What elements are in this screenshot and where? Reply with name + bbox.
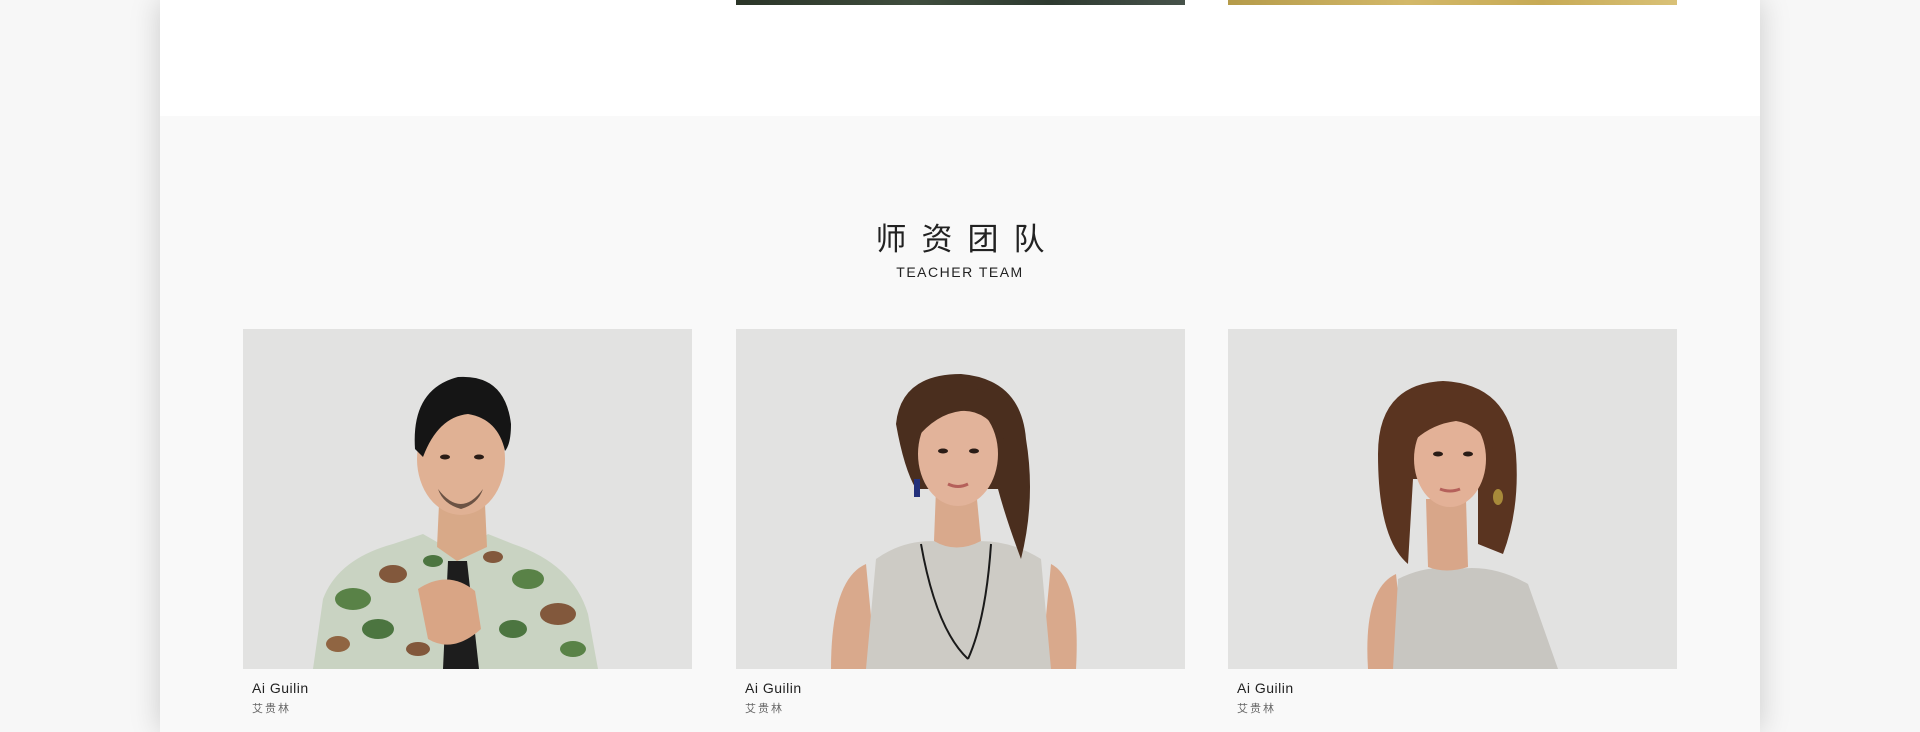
teacher-name-cn: 艾贵林: [252, 703, 291, 715]
viewport-background: 师资团队 TEACHER TEAM Ai Guilin 艾贵林 Ai Guili…: [0, 0, 1920, 732]
teacher-card-2[interactable]: Ai Guilin 艾贵林: [736, 329, 1185, 716]
teacher-team-section: 师资团队 TEACHER TEAM Ai Guilin 艾贵林 Ai Guili…: [160, 116, 1760, 732]
teacher-photo-3[interactable]: [1228, 329, 1677, 669]
teacher-card-1[interactable]: Ai Guilin 艾贵林: [243, 329, 692, 716]
section-title-en: TEACHER TEAM: [896, 264, 1024, 280]
section-title-cn: 师资团队: [875, 222, 1060, 257]
teacher-card-3[interactable]: Ai Guilin 艾贵林: [1228, 329, 1677, 716]
teacher-name-cn: 艾贵林: [1237, 703, 1276, 715]
previous-image-2[interactable]: [1228, 0, 1677, 5]
teacher-photo-1[interactable]: [243, 329, 692, 669]
previous-section: [160, 0, 1760, 116]
teacher-name-cn: 艾贵林: [745, 703, 784, 715]
teacher-photo-2[interactable]: [736, 329, 1185, 669]
teacher-name-en: Ai Guilin: [1237, 680, 1294, 696]
teacher-portrait-2: [736, 329, 1185, 669]
teacher-portrait-1: [243, 329, 692, 669]
teacher-name-en: Ai Guilin: [252, 680, 309, 696]
previous-image-1[interactable]: [736, 0, 1185, 5]
teacher-portrait-3: [1228, 329, 1677, 669]
teacher-name-en: Ai Guilin: [745, 680, 802, 696]
page-container: 师资团队 TEACHER TEAM Ai Guilin 艾贵林 Ai Guili…: [160, 0, 1760, 732]
